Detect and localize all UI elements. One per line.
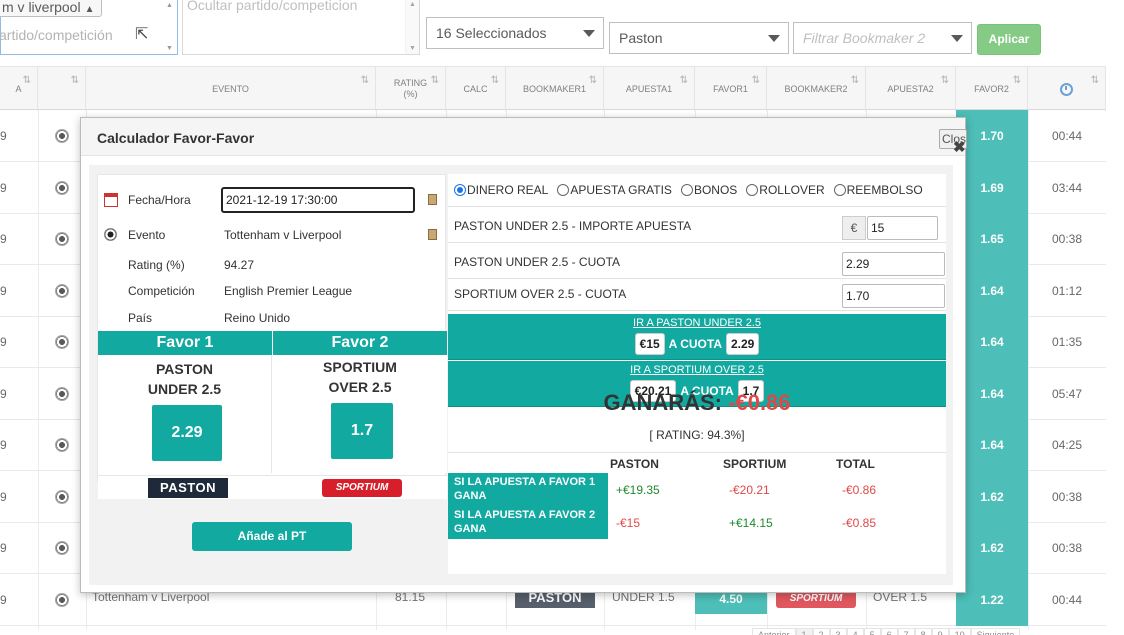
event-info-panel: Fecha/Hora 2021-12-19 17:30:00 Evento To… — [97, 174, 447, 499]
fecha-input[interactable]: 2021-12-19 17:30:00 — [221, 187, 415, 213]
radio-checked-icon[interactable] — [454, 184, 466, 196]
bet-mode-radios: DINERO REAL APUESTA GRATIS BONOS ROLLOVE… — [448, 174, 946, 207]
profit-label: GANARÁS: — [603, 390, 723, 415]
odd2-row: SPORTIUM OVER 2.5 - CUOTA 1.70 — [448, 278, 946, 311]
results-sportium-value: +€14.15 — [729, 516, 773, 530]
odd1-row: PASTON UNDER 2.5 - CUOTA 2.29 — [448, 246, 946, 279]
evento-value: Tottenham v Liverpool — [224, 228, 342, 242]
fecha-label: Fecha/Hora — [128, 193, 191, 207]
favor2-odd[interactable]: 1.7 — [331, 403, 393, 459]
go1-mid: A CUOTA — [668, 337, 722, 351]
go-bookmaker1-row: IR A PASTON UNDER 2.5 €15 A CUOTA 2.29 — [448, 314, 946, 360]
calculator-panel: DINERO REAL APUESTA GRATIS BONOS ROLLOVE… — [448, 174, 946, 574]
competicion-value: English Premier League — [224, 284, 353, 298]
radio-label: BONOS — [693, 183, 738, 197]
close-icon[interactable]: ✖ — [953, 138, 966, 156]
radio-unchecked-icon[interactable] — [557, 184, 570, 196]
evento-label: Evento — [128, 228, 166, 242]
paston-logo[interactable]: PASTON — [148, 478, 228, 498]
results-col-paston: PASTON — [610, 457, 659, 471]
modal-title: Calculador Favor-Favor — [97, 130, 255, 146]
radio-unchecked-icon[interactable] — [746, 184, 759, 196]
favor1-column: PASTON UNDER 2.5 2.29 — [98, 355, 272, 473]
results-paston-value: +€19.35 — [616, 483, 660, 497]
radio-label: REEMBOLSO — [846, 183, 923, 197]
results-row-favor2: SI LA APUESTA A FAVOR 2 GANA -€15 +€14.1… — [448, 506, 946, 539]
results-row-favor1: SI LA APUESTA A FAVOR 1 GANA +€19.35 -€2… — [448, 473, 946, 506]
bookmaker-logos: PASTON SPORTIUM — [98, 475, 447, 499]
info-row-rating: Rating (%) 94.27 — [98, 252, 447, 278]
info-row-pais: País Reino Unido — [98, 305, 447, 331]
odd2-input[interactable]: 1.70 — [842, 284, 945, 308]
odd1-input[interactable]: 2.29 — [842, 252, 945, 276]
rating-label: Rating (%) — [128, 258, 185, 272]
radio-label: APUESTA GRATIS — [570, 183, 672, 197]
stake-input[interactable]: 15 — [867, 216, 938, 240]
favor1-market: UNDER 2.5 — [147, 381, 222, 397]
currency-addon: € — [842, 216, 866, 240]
go-sportium-link[interactable]: IR A SPORTIUM OVER 2.5 — [448, 364, 946, 376]
sportium-logo[interactable]: SPORTIUM — [322, 479, 402, 497]
radio-dinero-real[interactable]: DINERO REAL — [454, 183, 548, 197]
modal-header: Calculador Favor-Favor Close ✖ — [81, 118, 967, 156]
results-col-total: TOTAL — [836, 457, 875, 471]
radio-label: ROLLOVER — [759, 183, 825, 197]
favor1-odd[interactable]: 2.29 — [152, 405, 222, 461]
results-total-value: -€0.85 — [842, 516, 877, 530]
radio-label: DINERO REAL — [467, 183, 549, 197]
favor2-column: SPORTIUM OVER 2.5 1.7 — [273, 355, 447, 473]
profit-value: -€0.86 — [728, 390, 791, 415]
results-col-sportium: SPORTIUM — [723, 457, 787, 471]
stake-label: PASTON UNDER 2.5 - IMPORTE APUESTA — [454, 219, 692, 233]
results-total-value: -€0.86 — [842, 483, 877, 497]
radio-unchecked-icon[interactable] — [833, 184, 846, 196]
copy-icon[interactable] — [428, 194, 437, 205]
radio-unchecked-icon[interactable] — [680, 184, 693, 196]
stake-row: PASTON UNDER 2.5 - IMPORTE APUESTA € 15 — [448, 210, 946, 243]
pais-value: Reino Unido — [224, 311, 291, 325]
odd2-label: SPORTIUM OVER 2.5 - CUOTA — [454, 287, 627, 301]
add-to-pt-button[interactable]: Añade al PT — [192, 522, 352, 551]
profit-summary: GANARÁS: -€0.86 — [448, 390, 946, 416]
favor2-header: Favor 2 — [273, 331, 447, 355]
info-row-evento: Evento Tottenham v Liverpool — [98, 222, 447, 248]
rating-note: [ RATING: 94.3%] — [649, 428, 745, 442]
radio-bonos[interactable]: BONOS — [680, 183, 738, 197]
copy-icon[interactable] — [428, 229, 437, 240]
results-header: PASTON SPORTIUM TOTAL — [448, 452, 946, 472]
favor1-header: Favor 1 — [98, 331, 272, 355]
rating-value: 94.27 — [224, 258, 255, 272]
pais-label: País — [128, 311, 153, 325]
info-row-fecha: Fecha/Hora 2021-12-19 17:30:00 — [98, 187, 447, 213]
calendar-icon — [104, 193, 118, 207]
soccer-ball-icon — [104, 228, 117, 241]
odd1-label: PASTON UNDER 2.5 - CUOTA — [454, 255, 621, 269]
go1-summary: €15 A CUOTA 2.29 — [448, 333, 946, 355]
favor1-bookmaker: PASTON — [155, 361, 214, 377]
go1-stake: €15 — [634, 333, 665, 355]
info-row-competicion: Competición English Premier League — [98, 278, 447, 304]
modal-body: Fecha/Hora 2021-12-19 17:30:00 Evento To… — [89, 165, 953, 585]
results-row-label: SI LA APUESTA A FAVOR 1 GANA — [448, 473, 608, 506]
radio-apuesta-gratis[interactable]: APUESTA GRATIS — [557, 183, 672, 197]
competicion-label: Competición — [128, 284, 195, 298]
results-row-label: SI LA APUESTA A FAVOR 2 GANA — [448, 506, 608, 539]
results-sportium-value: -€20.21 — [729, 483, 770, 497]
results-paston-value: -€15 — [616, 516, 641, 530]
go1-odd: 2.29 — [726, 333, 760, 355]
radio-rollover[interactable]: ROLLOVER — [746, 183, 825, 197]
favor2-market: OVER 2.5 — [328, 379, 392, 395]
favor-favor-calculator-modal: Calculador Favor-Favor Close ✖ Fecha/Hor… — [80, 117, 967, 593]
go-paston-link[interactable]: IR A PASTON UNDER 2.5 — [448, 317, 946, 329]
favor2-bookmaker: SPORTIUM — [323, 359, 397, 375]
radio-reembolso[interactable]: REEMBOLSO — [833, 183, 923, 197]
